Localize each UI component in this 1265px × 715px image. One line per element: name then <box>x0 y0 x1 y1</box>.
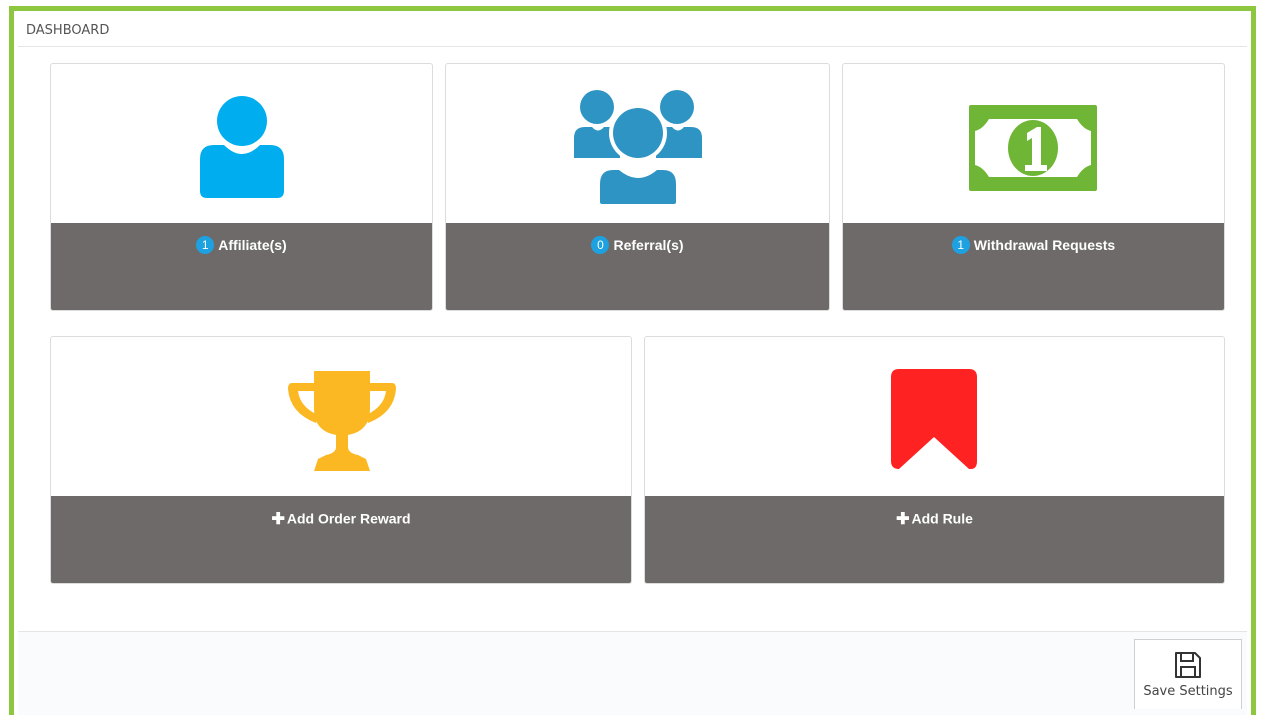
order-reward-icon-area <box>51 337 631 498</box>
user-icon <box>200 96 284 198</box>
affiliates-count-badge: 1 <box>196 236 215 255</box>
plus-icon: ✚ <box>896 511 910 528</box>
rule-label: Add Rule <box>911 510 973 527</box>
withdrawals-icon-area <box>843 64 1224 225</box>
referrals-count-badge: 0 <box>591 236 610 255</box>
money-icon <box>969 105 1097 191</box>
add-order-reward-card[interactable]: ✚ Add Order Reward <box>50 336 632 584</box>
panel-heading: DASHBOARD <box>18 15 1247 47</box>
withdrawals-label: Withdrawal Requests <box>973 237 1116 253</box>
page-title: DASHBOARD <box>26 23 110 38</box>
panel-footer <box>18 631 1247 715</box>
order-reward-bar[interactable]: ✚ Add Order Reward <box>51 496 631 583</box>
order-reward-label: Add Order Reward <box>286 510 411 527</box>
save-settings-button[interactable]: Save Settings <box>1134 639 1242 709</box>
save-settings-label: Save Settings <box>1143 684 1233 699</box>
referrals-card[interactable]: 0 Referral(s) <box>445 63 830 311</box>
bookmark-icon <box>891 369 977 469</box>
add-rule-card[interactable]: ✚ Add Rule <box>644 336 1225 584</box>
users-icon <box>574 90 702 207</box>
referrals-icon-area <box>446 64 829 225</box>
affiliates-bar[interactable]: 1 Affiliate(s) <box>51 223 432 310</box>
trophy-icon <box>288 371 396 471</box>
referrals-label: Referral(s) <box>613 237 684 253</box>
rule-icon-area <box>645 337 1224 498</box>
floppy-disk-icon <box>1175 652 1201 678</box>
rule-bar[interactable]: ✚ Add Rule <box>645 496 1224 583</box>
affiliates-card[interactable]: 1 Affiliate(s) <box>50 63 433 311</box>
withdrawals-card[interactable]: 1 Withdrawal Requests <box>842 63 1225 311</box>
plus-icon: ✚ <box>271 511 285 528</box>
affiliates-label: Affiliate(s) <box>218 237 287 253</box>
referrals-bar[interactable]: 0 Referral(s) <box>446 223 829 310</box>
affiliates-icon-area <box>51 64 432 225</box>
withdrawals-count-badge: 1 <box>951 236 970 255</box>
app-frame: DASHBOARD 1 Affiliate(s) 0 Referral(s) 1… <box>9 6 1256 715</box>
withdrawals-bar[interactable]: 1 Withdrawal Requests <box>843 223 1224 310</box>
